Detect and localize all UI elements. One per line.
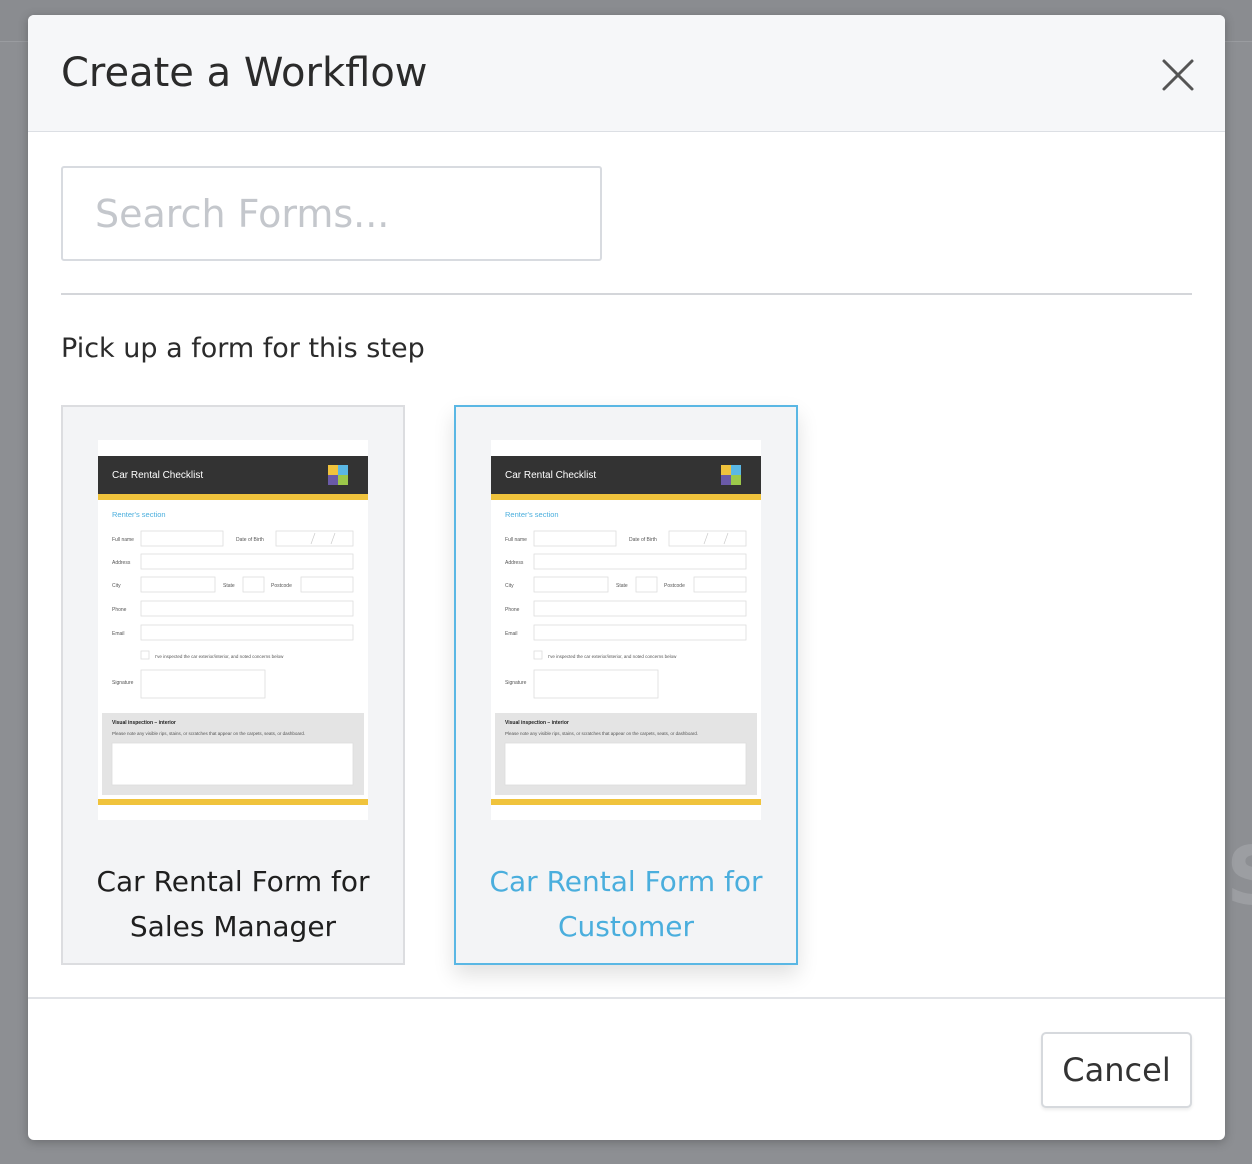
thumb-panel-box: [504, 742, 747, 786]
thumb-field-box: [140, 576, 216, 593]
thumb-field-box: [140, 650, 150, 660]
thumb-field-label: Full name: [505, 537, 527, 543]
section-label: Pick up a form for this step: [61, 333, 425, 364]
thumb-field-box: [275, 530, 354, 547]
thumb-field-box: [533, 600, 747, 617]
thumb-field-box: [533, 650, 543, 660]
thumb-field-box: [533, 624, 747, 641]
form-thumbnail: Car Rental Checklist Renter's section Full…: [98, 440, 368, 820]
thumb-checkbox-label: I've inspected the car exterior/interior…: [548, 654, 677, 659]
thumb-field-box: [140, 530, 224, 547]
thumb-field-label: State: [223, 583, 235, 589]
thumb-panel-box: [111, 742, 354, 786]
thumb-field-box: [693, 576, 747, 593]
thumb-field-box: [533, 576, 609, 593]
thumb-stripe: [98, 494, 368, 500]
thumb-field-label: Phone: [112, 607, 127, 613]
thumb-field-label: Full name: [112, 537, 134, 543]
thumb-field-box: [668, 530, 747, 547]
thumb-logo-icon: [721, 475, 731, 485]
form-card-label: Car Rental Form for Sales Manager: [96, 865, 370, 943]
footer-divider: [28, 997, 1225, 999]
thumb-field-label: Email: [505, 631, 518, 637]
thumb-field-box: [533, 553, 747, 570]
thumb-header-title: Car Rental Checklist: [505, 470, 596, 481]
thumb-field-label: Postcode: [271, 583, 292, 589]
thumb-checkbox-label: I've inspected the car exterior/interior…: [155, 654, 284, 659]
divider: [61, 293, 1192, 295]
thumb-logo-icon: [328, 475, 338, 485]
thumb-stripe: [491, 799, 761, 805]
thumb-panel-title: Visual inspection – interior: [505, 720, 569, 726]
thumb-section-title: Renter's section: [505, 510, 559, 519]
thumb-stripe: [491, 494, 761, 500]
thumb-logo-icon: [338, 465, 348, 475]
thumb-field-label: City: [505, 583, 514, 589]
thumb-field-label: Phone: [505, 607, 520, 613]
thumb-field-label: Date of Birth: [236, 537, 264, 543]
thumb-logo-icon: [731, 465, 741, 475]
thumb-header-title: Car Rental Checklist: [112, 470, 203, 481]
form-card-label: Car Rental Form for Customer: [489, 865, 763, 943]
close-icon: [1162, 59, 1194, 91]
thumb-field-box: [140, 553, 354, 570]
create-workflow-dialog: Create a Workflow Pick up a form for thi…: [28, 15, 1225, 1140]
thumb-field-label: State: [616, 583, 628, 589]
thumb-panel-title: Visual inspection – interior: [112, 720, 176, 726]
thumb-field-label: Date of Birth: [629, 537, 657, 543]
thumb-field-label: Signature: [505, 680, 527, 686]
thumb-field-label: Address: [505, 560, 524, 566]
thumb-field-label: Email: [112, 631, 125, 637]
thumb-logo-icon: [731, 475, 741, 485]
thumb-panel-text: Please note any visible rips, stains, or…: [112, 731, 305, 736]
thumb-field-box: [140, 624, 354, 641]
thumb-field-box: [300, 576, 354, 593]
cancel-button[interactable]: Cancel: [1041, 1032, 1192, 1108]
close-button[interactable]: [1158, 55, 1198, 95]
search-forms-input[interactable]: [61, 166, 602, 261]
thumb-logo-icon: [328, 465, 338, 475]
thumb-panel-text: Please note any visible rips, stains, or…: [505, 731, 698, 736]
thumb-field-box: [140, 669, 266, 699]
thumb-field-box: [533, 669, 659, 699]
thumb-logo-icon: [338, 475, 348, 485]
form-card-sales-manager[interactable]: Car Rental Checklist Renter's section Full…: [61, 405, 405, 965]
dialog-header: Create a Workflow: [28, 15, 1225, 132]
backdrop-text: S: [1226, 830, 1252, 923]
form-thumbnail: Car Rental Checklist Renter's section Full…: [491, 440, 761, 820]
thumb-field-label: Address: [112, 560, 131, 566]
dialog-title: Create a Workflow: [61, 50, 428, 96]
thumb-field-box: [635, 576, 658, 593]
thumb-field-label: City: [112, 583, 121, 589]
thumb-field-label: Postcode: [664, 583, 685, 589]
thumb-field-box: [140, 600, 354, 617]
thumb-section-title: Renter's section: [112, 510, 166, 519]
thumb-logo-icon: [721, 465, 731, 475]
thumb-field-box: [242, 576, 265, 593]
thumb-field-box: [533, 530, 617, 547]
thumb-stripe: [98, 799, 368, 805]
thumb-field-label: Signature: [112, 680, 134, 686]
form-card-customer[interactable]: Car Rental Checklist Renter's section Full…: [454, 405, 798, 965]
